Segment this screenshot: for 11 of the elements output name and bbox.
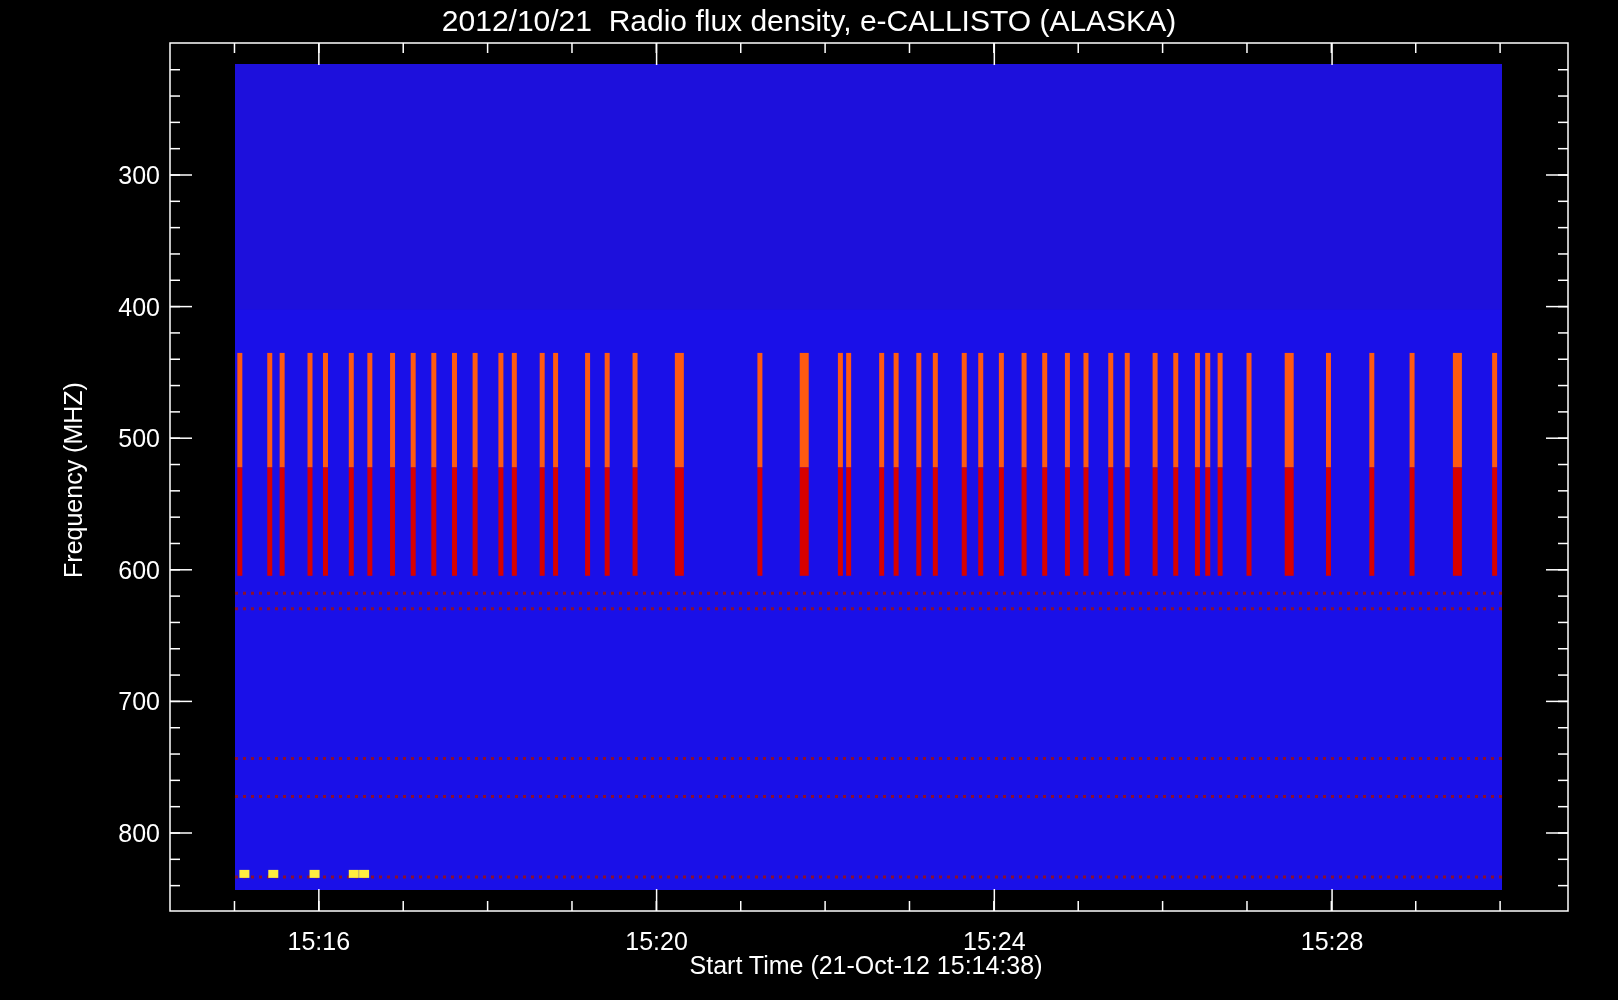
tick-label: 500 [118,424,160,453]
chart-title: 2012/10/21 Radio flux density, e-CALLISTO (ALASKA) [441,4,1177,37]
tick-label: 15:16 [287,927,351,955]
tick-label: 600 [118,555,160,584]
tick-label: 400 [118,292,160,321]
tick-label: 300 [118,161,160,189]
tick-label: 15:28 [1300,927,1364,955]
tick-label: 800 [118,819,160,847]
tick-label: 700 [118,687,160,716]
tick-label: 15:20 [625,927,688,955]
y-axis-label: Frequency (MHZ) [59,382,87,578]
